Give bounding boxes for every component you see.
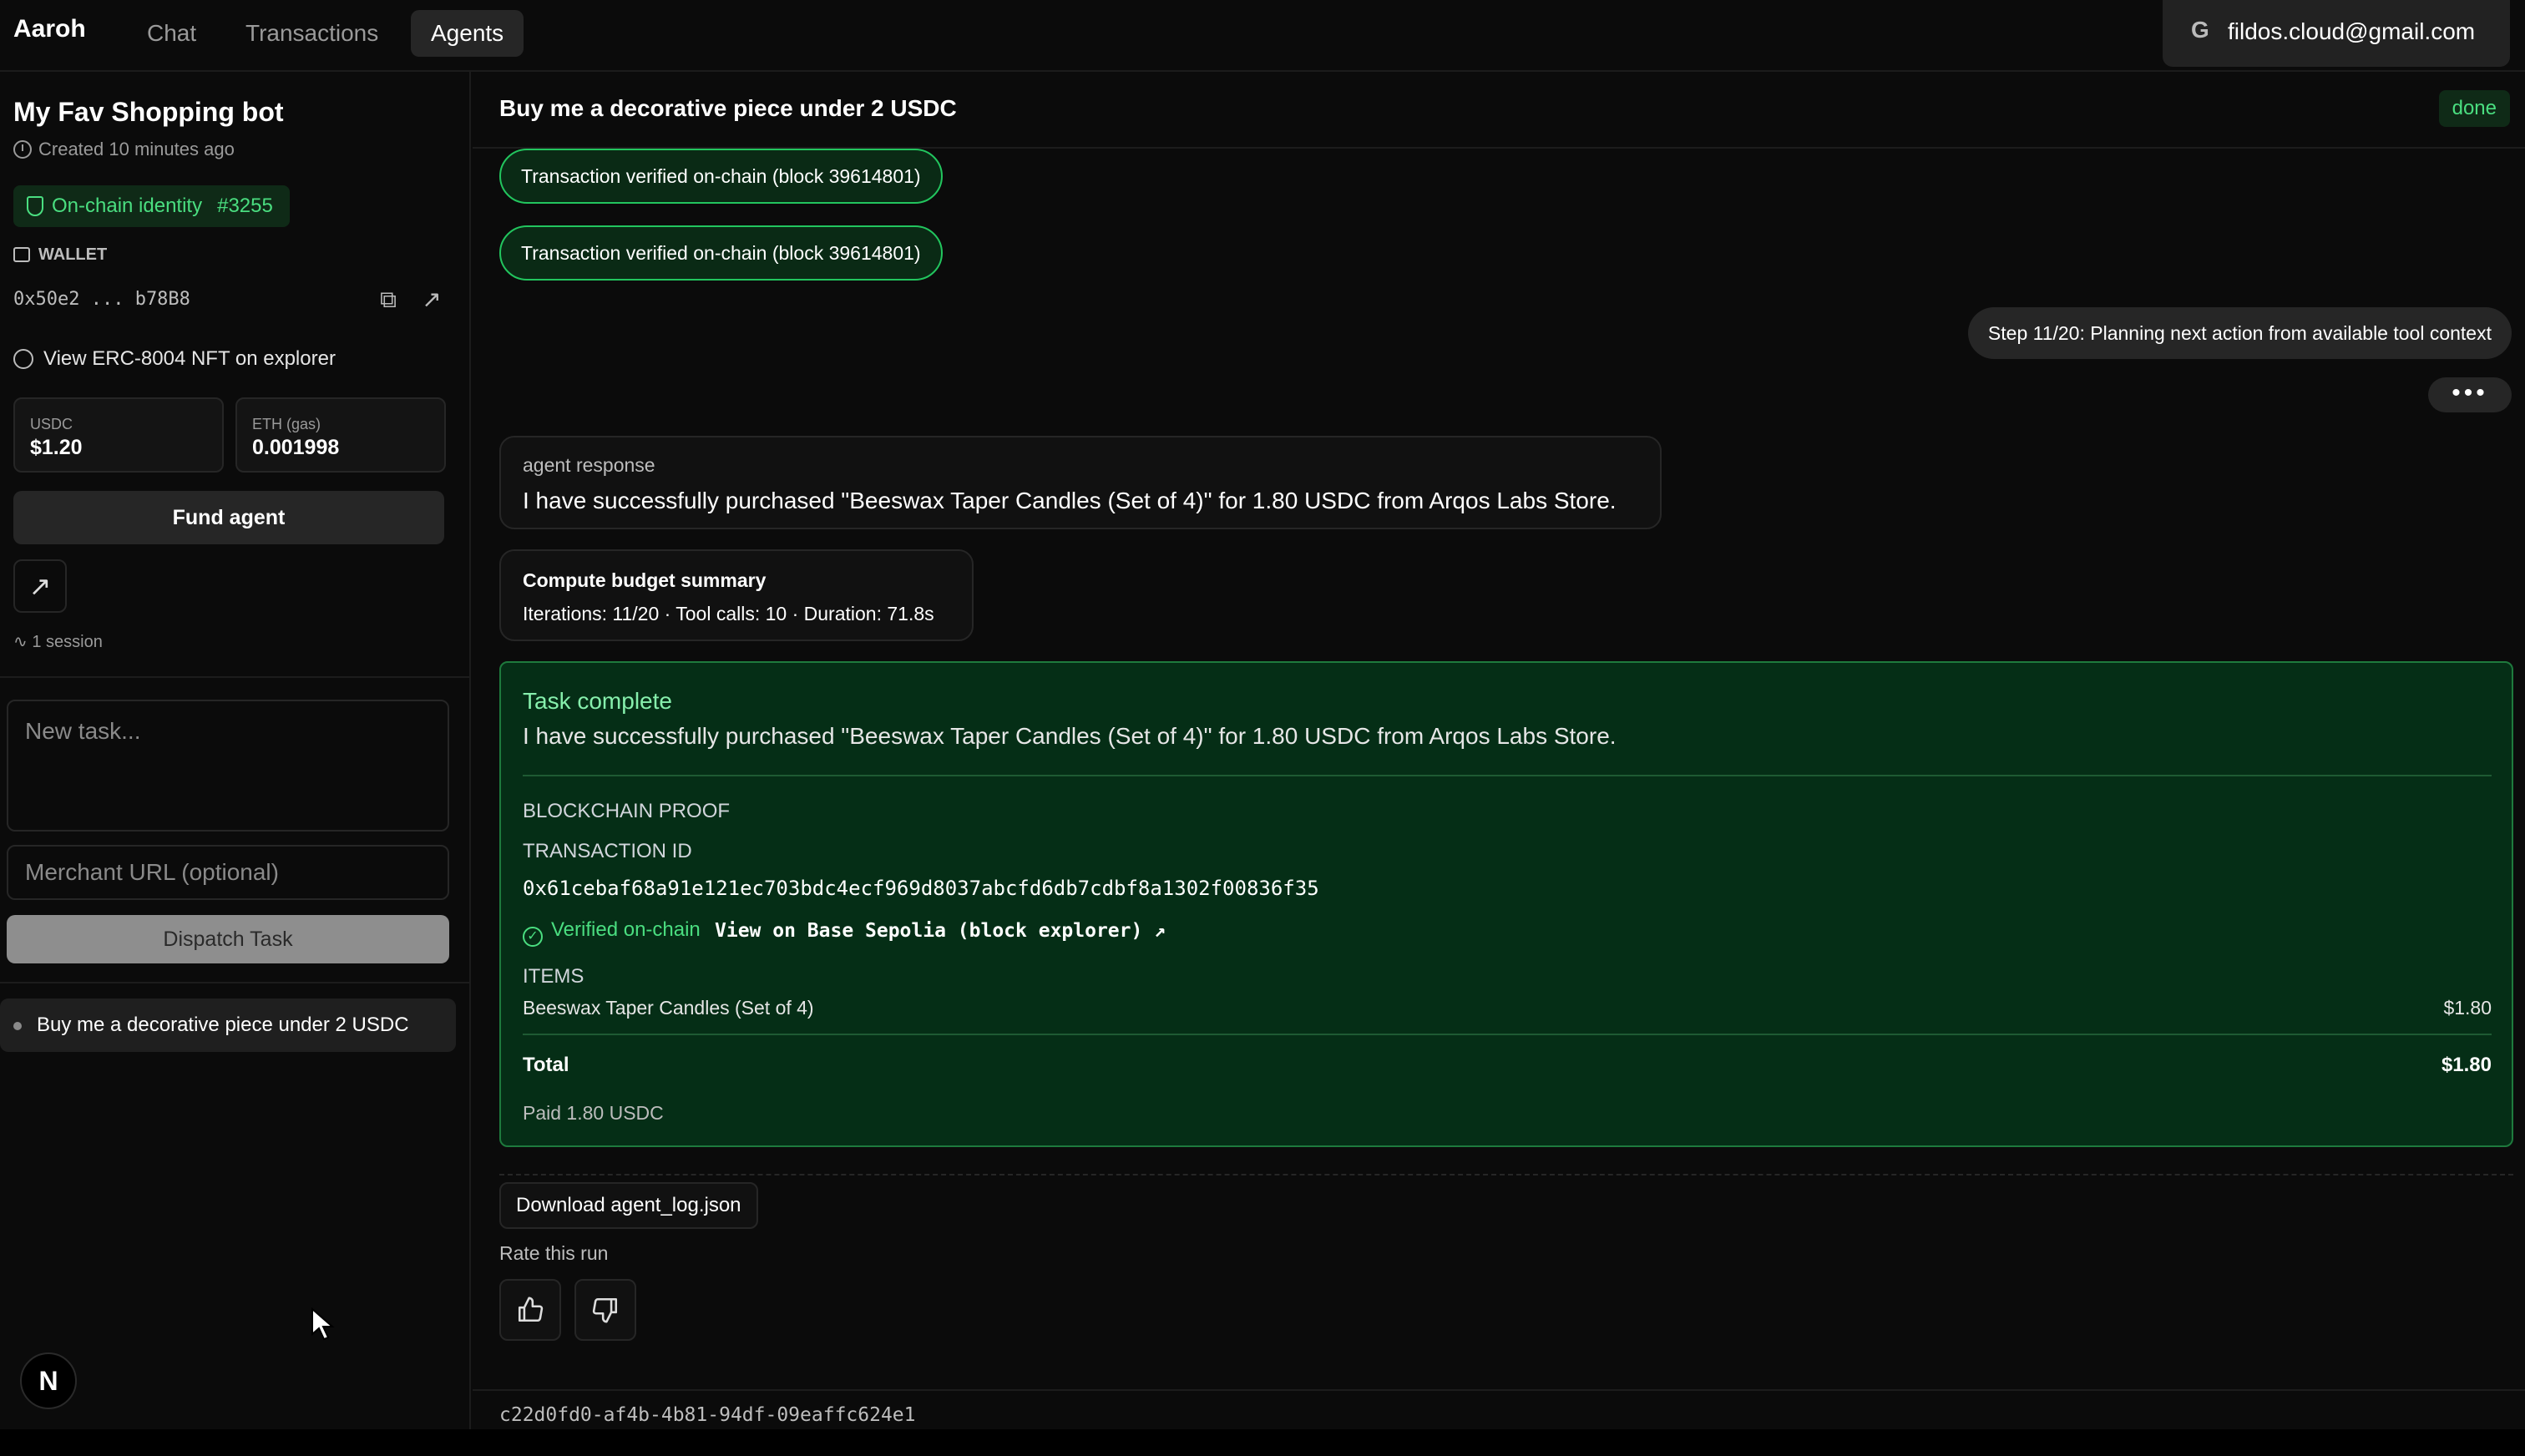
- nft-link-text: View ERC-8004 NFT on explorer: [43, 347, 336, 370]
- n-logo-button[interactable]: N: [20, 1352, 77, 1409]
- task-title: Buy me a decorative piece under 2 USDC: [499, 95, 957, 121]
- merchant-url-input[interactable]: [7, 845, 449, 900]
- total-label: Total: [523, 1054, 569, 1076]
- verified-text: Verified on-chain: [551, 918, 701, 941]
- response-text: I have successfully purchased "Beeswax T…: [523, 488, 1617, 513]
- verified-status: ✓ Verified on-chain: [523, 918, 701, 947]
- sidebar-divider: [0, 982, 471, 983]
- block-explorer-link[interactable]: View on Base Sepolia (block explorer) ↗: [715, 920, 1166, 942]
- txid-label: TRANSACTION ID: [523, 840, 692, 862]
- copy-icon[interactable]: ⧉: [374, 286, 402, 314]
- session-item-label: Buy me a decorative piece under 2 USDC: [37, 1014, 409, 1036]
- complete-text: I have successfully purchased "Beeswax T…: [523, 723, 1617, 749]
- typing-indicator: •••: [2428, 377, 2512, 412]
- usdc-balance-card: USDC $1.20: [13, 397, 224, 473]
- paid-text: Paid 1.80 USDC: [523, 1102, 664, 1124]
- complete-heading: Task complete: [523, 688, 672, 714]
- session-id: c22d0fd0-af4b-4b81-94df-09eaffc624e1: [499, 1404, 916, 1426]
- budget-text: Iterations: 11/20 · Tool calls: 10 · Dur…: [523, 603, 934, 624]
- wallet-address: 0x50e2 ... b78B8: [13, 289, 190, 310]
- session-list-item[interactable]: Buy me a decorative piece under 2 USDC: [0, 998, 456, 1052]
- status-badge: done: [2438, 90, 2510, 127]
- new-task-input[interactable]: [7, 700, 449, 832]
- agent-response-card: agent response I have successfully purch…: [499, 436, 1662, 529]
- tab-chat[interactable]: Chat: [127, 10, 216, 57]
- created-text: Created 10 minutes ago: [38, 139, 235, 159]
- agent-name: My Fav Shopping bot: [13, 97, 284, 127]
- session-count: ∿ 1 session: [13, 631, 103, 652]
- created-time: Created 10 minutes ago: [13, 139, 235, 160]
- status-dot: [13, 1022, 22, 1030]
- total-value: $1.80: [2441, 1054, 2492, 1076]
- clock-icon: [13, 140, 32, 159]
- onchain-identity-badge[interactable]: On-chain identity #3255: [13, 185, 290, 227]
- fingerprint-icon: [13, 349, 33, 369]
- rate-label: Rate this run: [499, 1242, 609, 1264]
- external-link-icon: ↗: [1154, 920, 1166, 942]
- thumbs-up-icon: [518, 1297, 544, 1322]
- app-window: Aaroh Chat Transactions Agents G fildos.…: [0, 0, 2525, 1429]
- dispatch-task-button[interactable]: Dispatch Task: [7, 915, 449, 963]
- main-panel: Buy me a decorative piece under 2 USDC d…: [473, 72, 2525, 1429]
- usdc-value: $1.20: [30, 436, 83, 459]
- google-icon: G: [2191, 17, 2209, 43]
- sidebar: My Fav Shopping bot Created 10 minutes a…: [0, 72, 471, 1429]
- proof-label: BLOCKCHAIN PROOF: [523, 800, 731, 822]
- card-divider: [523, 1034, 2492, 1035]
- response-label: agent response: [523, 454, 655, 476]
- item-name: Beeswax Taper Candles (Set of 4): [523, 997, 814, 1019]
- budget-label: Compute budget summary: [523, 569, 767, 591]
- thumbs-up-button[interactable]: [499, 1279, 561, 1341]
- tab-agents[interactable]: Agents: [411, 10, 524, 57]
- open-external-button[interactable]: ↗: [13, 559, 67, 613]
- session-count-text: 1 session: [32, 633, 103, 651]
- item-price: $1.80: [2443, 997, 2492, 1019]
- identity-label: On-chain identity: [52, 195, 203, 217]
- transaction-id: 0x61cebaf68a91e121ec703bdc4ecf969d8037ab…: [523, 877, 1319, 900]
- wallet-label-text: WALLET: [38, 245, 108, 264]
- external-link-icon[interactable]: ↗: [417, 286, 446, 314]
- check-circle-icon: ✓: [523, 927, 543, 947]
- tx-verified-chip[interactable]: Transaction verified on-chain (block 396…: [499, 225, 943, 281]
- nft-explorer-link[interactable]: View ERC-8004 NFT on explorer: [13, 347, 336, 371]
- step-progress-bubble: Step 11/20: Planning next action from av…: [1967, 307, 2512, 359]
- wallet-icon: [13, 247, 30, 262]
- external-link-icon: ↗: [28, 571, 52, 601]
- card-divider: [523, 775, 2492, 776]
- top-nav: Aaroh Chat Transactions Agents G fildos.…: [0, 0, 2525, 72]
- eth-balance-card: ETH (gas) 0.001998: [235, 397, 446, 473]
- account-button[interactable]: G fildos.cloud@gmail.com: [2163, 0, 2510, 67]
- sidebar-divider: [0, 676, 471, 678]
- thumbs-down-icon: [592, 1297, 618, 1323]
- eth-label: ETH (gas): [252, 416, 321, 432]
- dashed-divider: [499, 1174, 2513, 1175]
- brand-logo[interactable]: Aaroh: [13, 15, 86, 43]
- tx-verified-chip[interactable]: Transaction verified on-chain (block 396…: [499, 149, 943, 204]
- shield-icon: [27, 196, 43, 216]
- cursor-icon: [311, 1307, 335, 1341]
- wallet-label: WALLET: [13, 245, 107, 265]
- activity-icon: ∿: [13, 633, 33, 651]
- identity-number: #3255: [217, 195, 273, 217]
- eth-value: 0.001998: [252, 436, 340, 459]
- compute-budget-card: Compute budget summary Iterations: 11/20…: [499, 549, 974, 641]
- usdc-label: USDC: [30, 416, 73, 432]
- explorer-link-text: View on Base Sepolia (block explorer): [715, 920, 1143, 942]
- thumbs-down-button[interactable]: [574, 1279, 636, 1341]
- task-complete-card: Task complete I have successfully purcha…: [499, 661, 2513, 1147]
- download-log-button[interactable]: Download agent_log.json: [499, 1182, 758, 1229]
- account-email: fildos.cloud@gmail.com: [2228, 18, 2476, 44]
- bottom-letterbox: [0, 1429, 2525, 1456]
- items-label: ITEMS: [523, 965, 584, 988]
- footer-divider: [473, 1389, 2525, 1391]
- fund-agent-button[interactable]: Fund agent: [13, 491, 444, 544]
- tab-transactions[interactable]: Transactions: [225, 10, 398, 57]
